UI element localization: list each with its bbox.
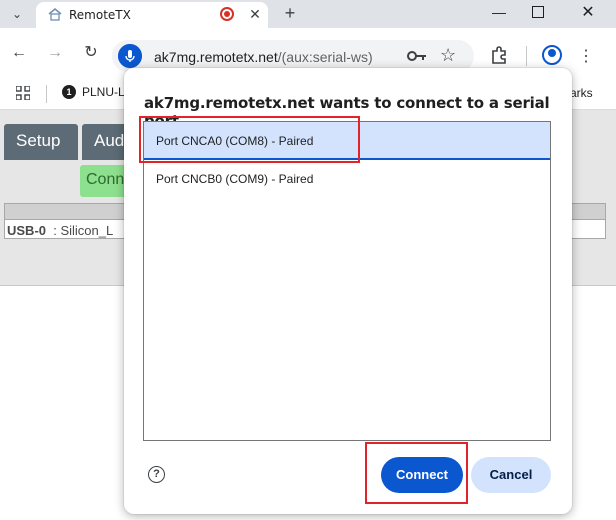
help-icon[interactable]: ?	[148, 466, 165, 483]
browser-tab[interactable]: RemoteTX ✕	[36, 2, 268, 28]
apps-grid-icon[interactable]	[16, 86, 30, 100]
more-menu-icon[interactable]: ⋮	[578, 46, 594, 66]
new-tab-button[interactable]: +	[280, 3, 300, 23]
key-icon[interactable]	[406, 48, 428, 64]
port-status-label: USB-0 : Silicon_L	[7, 223, 113, 238]
back-icon[interactable]: ←	[8, 42, 30, 64]
tab-title: RemoteTX	[69, 8, 131, 22]
bookmark-label: PLNU-L	[82, 85, 125, 99]
bookmark-item[interactable]: 1 PLNU-L	[62, 85, 125, 99]
bookmark-star-icon[interactable]: ☆	[440, 45, 456, 66]
setup-tab[interactable]: Setup	[4, 124, 78, 160]
forward-icon[interactable]: →	[44, 42, 66, 64]
tab-search-icon[interactable]: ⌄	[6, 4, 28, 24]
port-description: : Silicon_L	[53, 223, 114, 238]
cancel-button[interactable]: Cancel	[471, 457, 551, 493]
site-info-icon[interactable]	[118, 44, 142, 68]
window-close-icon[interactable]: ✕	[578, 3, 598, 23]
port-item-highlight	[139, 116, 360, 163]
reload-icon[interactable]: ↻	[80, 42, 102, 64]
port-device: USB-0	[7, 223, 47, 238]
maximize-icon[interactable]	[532, 6, 544, 18]
close-tab-icon[interactable]: ✕	[246, 5, 264, 23]
port-item-cncb0[interactable]: Port CNCB0 (COM9) - Paired	[144, 160, 550, 198]
toolbar-divider	[526, 46, 527, 66]
bookmarks-divider	[46, 85, 47, 103]
profile-icon[interactable]	[542, 45, 562, 65]
url-host: ak7mg.remotetx.net	[154, 49, 278, 65]
url-text[interactable]: ak7mg.remotetx.net/(aux:serial-ws)	[154, 49, 373, 65]
minimize-icon[interactable]: —	[488, 3, 510, 23]
url-path: /(aux:serial-ws)	[277, 49, 373, 65]
bookmark-favicon: 1	[62, 85, 76, 99]
recording-icon	[220, 7, 234, 21]
tab-strip: ⌄ RemoteTX ✕ + — ✕	[0, 0, 616, 28]
connect-button-highlight	[365, 442, 468, 504]
port-list[interactable]: Port CNCA0 (COM8) - Paired Port CNCB0 (C…	[143, 121, 551, 441]
house-icon	[48, 8, 62, 21]
extensions-icon[interactable]	[490, 46, 508, 64]
